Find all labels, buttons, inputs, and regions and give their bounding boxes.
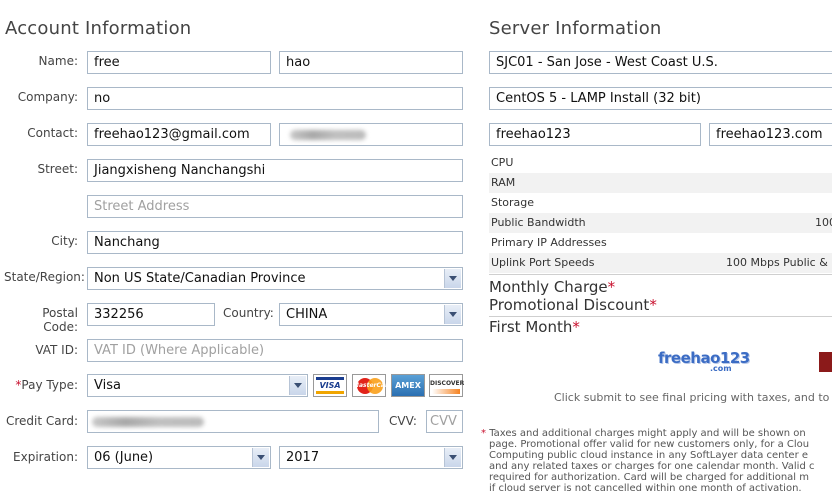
pay-type-value: Visa [94, 378, 121, 393]
discover-card-icon: DISCOVER [429, 374, 464, 397]
spec-row: Uplink Port Speeds 100 Mbps Public & [489, 253, 832, 273]
pay-type-select[interactable]: Visa [87, 374, 308, 397]
uplink-value: 100 Mbps Public & [726, 256, 828, 269]
postal-label: Postal Code: [42, 306, 78, 334]
credit-card-input[interactable] [87, 410, 379, 433]
hostname-input[interactable]: freehao123 [489, 123, 701, 146]
divider [489, 316, 832, 317]
os-select[interactable]: CentOS 5 - LAMP Install (32 bit) [489, 87, 832, 110]
chevron-down-icon [444, 305, 461, 324]
state-select[interactable]: Non US State/Canadian Province [87, 267, 463, 290]
exp-month-value: 06 (June) [94, 450, 154, 465]
bandwidth-value: 100 [815, 216, 832, 229]
promo-discount-label: Promotional Discount* [489, 296, 657, 314]
state-label: State/Region: [4, 270, 85, 284]
spec-row: Primary IP Addresses [491, 236, 607, 249]
contact-label: Contact: [27, 126, 78, 140]
submit-note: Click submit to see final pricing with t… [554, 391, 832, 404]
expiration-label: Expiration: [13, 450, 78, 464]
spec-row: CPU [491, 156, 514, 169]
cvv-label: CVV: [389, 414, 417, 428]
redacted-card-number [92, 417, 204, 427]
exp-year-select[interactable]: 2017 [279, 446, 463, 469]
cvv-input[interactable]: CVV [426, 410, 463, 433]
chevron-down-icon [289, 376, 306, 395]
first-month-label: First Month* [489, 318, 580, 336]
server-info-title: Server Information [489, 18, 662, 39]
chevron-down-icon [444, 269, 461, 288]
country-select[interactable]: CHINA [279, 303, 463, 326]
monthly-charge-label: Monthly Charge* [489, 278, 616, 296]
vat-input[interactable]: VAT ID (Where Applicable) [87, 339, 463, 362]
domain-input[interactable]: freehao123.com [709, 123, 832, 146]
street-input[interactable]: Jiangxisheng Nanchangshi [87, 159, 463, 182]
vat-label: VAT ID: [35, 343, 78, 357]
disclaimer: * Taxes and additional charges might app… [481, 428, 815, 494]
email-input[interactable]: freehao123@gmail.com [87, 123, 271, 146]
street2-input[interactable]: Street Address [87, 195, 463, 218]
city-label: City: [51, 234, 78, 248]
state-value: Non US State/Canadian Province [94, 271, 306, 286]
street-label: Street: [37, 162, 78, 176]
pay-type-label: *Pay Type: [15, 378, 78, 392]
divider [489, 274, 832, 275]
red-badge-icon [819, 352, 832, 372]
last-name-input[interactable]: hao [279, 51, 463, 74]
city-input[interactable]: Nanchang [87, 231, 463, 254]
spec-row: RAM [489, 173, 832, 193]
first-name-input[interactable]: free [87, 51, 271, 74]
country-value: CHINA [286, 307, 328, 322]
company-input[interactable]: no [87, 87, 463, 110]
exp-month-select[interactable]: 06 (June) [87, 446, 271, 469]
name-label: Name: [38, 54, 78, 68]
credit-card-label: Credit Card: [5, 414, 78, 428]
spec-row: Public Bandwidth 100 [489, 213, 832, 233]
redacted-phone [290, 130, 366, 140]
mastercard-icon: MasterCard [352, 374, 392, 397]
postal-input[interactable]: 332256 [87, 303, 215, 326]
chevron-down-icon [444, 448, 461, 467]
amex-card-icon: AMEX [391, 374, 425, 397]
account-info-title: Account Information [5, 18, 192, 39]
spec-row: Storage [491, 196, 535, 209]
freehao-logo: freehao123 .com [658, 349, 750, 373]
datacenter-select[interactable]: SJC01 - San Jose - West Coast U.S. [489, 51, 832, 74]
chevron-down-icon [252, 448, 269, 467]
country-label: Country: [223, 306, 274, 320]
exp-year-value: 2017 [286, 450, 320, 465]
company-label: Company: [17, 90, 78, 104]
visa-card-icon: VISA [313, 374, 347, 397]
phone-input[interactable] [279, 123, 463, 146]
